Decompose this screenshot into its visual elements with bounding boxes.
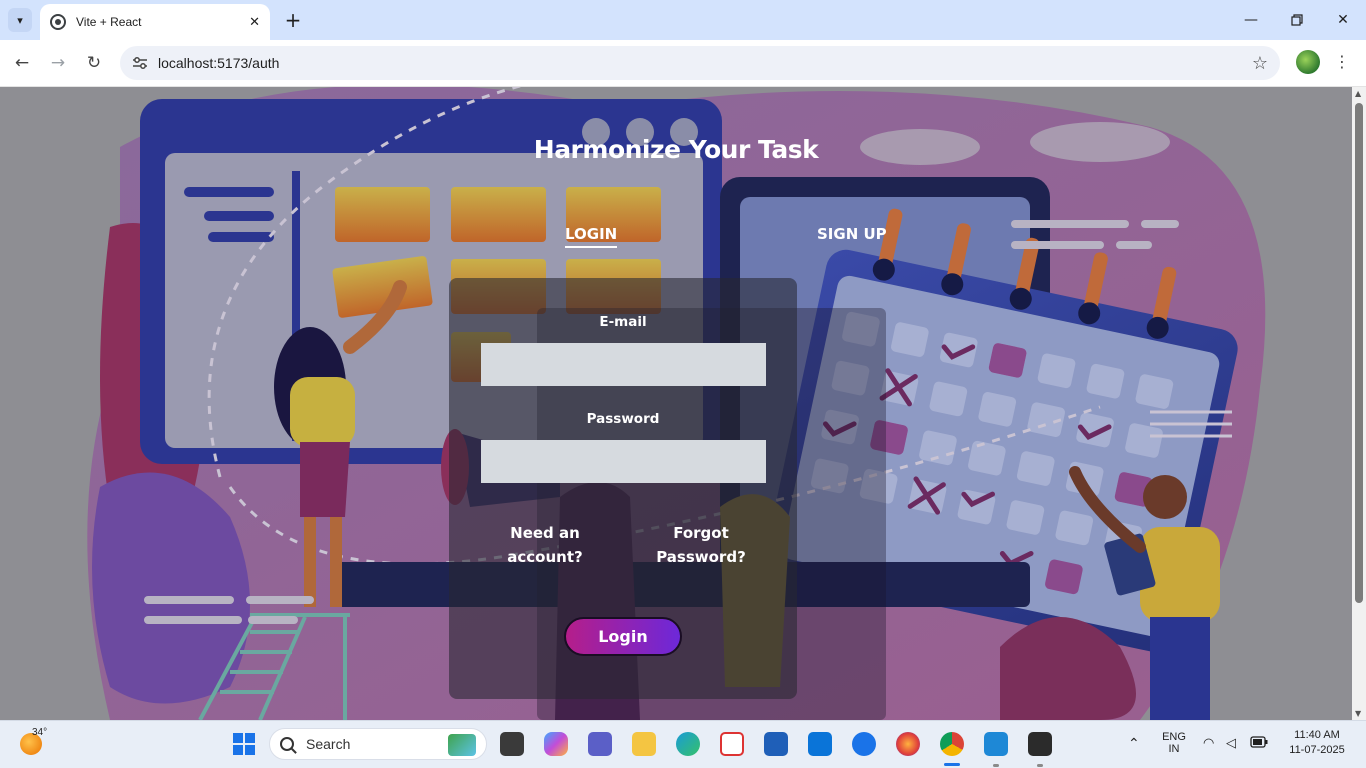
site-info-icon[interactable] <box>132 55 148 71</box>
scroll-up-arrow-icon[interactable]: ▲ <box>1355 89 1361 98</box>
help-icon[interactable] <box>852 732 876 756</box>
email-label: E-mail <box>599 314 647 330</box>
tray-chevron-icon[interactable]: ⌃ <box>1128 735 1140 752</box>
close-icon[interactable]: ✕ <box>249 15 260 30</box>
minimize-icon[interactable]: — <box>1236 8 1266 32</box>
globe-icon <box>50 14 66 30</box>
forgot-line1: Forgot <box>673 524 729 542</box>
search-highlight-icon <box>448 734 476 756</box>
store-icon[interactable] <box>764 732 788 756</box>
volume-icon[interactable]: ◁ <box>1226 735 1236 751</box>
snipping-tool-icon[interactable] <box>720 732 744 756</box>
search-icon <box>280 737 294 751</box>
tab-strip: ▾ Vite + React ✕ + — ✕ <box>0 0 1366 40</box>
teams-icon[interactable] <box>588 732 612 756</box>
battery-icon[interactable] <box>1250 736 1268 751</box>
scroll-thumb[interactable] <box>1355 103 1363 603</box>
tab-search-button[interactable]: ▾ <box>8 8 32 32</box>
need-account-line2: account? <box>507 548 583 566</box>
forgot-line2: Password? <box>656 548 746 566</box>
need-account-link[interactable]: Need an account? <box>495 521 595 569</box>
windows-taskbar: 34° Search ⌃ ENG IN ◠ ◁ 11:40 AM 11-07-2… <box>0 720 1366 768</box>
login-card: E-mail Password Need an account? Forgot … <box>449 278 797 699</box>
forward-arrow-icon[interactable]: → <box>45 50 71 76</box>
language-line2: IN <box>1168 743 1180 755</box>
scroll-down-arrow-icon[interactable]: ▼ <box>1355 709 1361 718</box>
firefox-icon[interactable] <box>896 732 920 756</box>
bookmark-star-icon[interactable]: ☆ <box>1252 53 1268 74</box>
language-line1: ENG <box>1162 731 1186 743</box>
edge-icon[interactable] <box>676 732 700 756</box>
back-arrow-icon[interactable]: ← <box>9 50 35 76</box>
vscode-running-indicator <box>993 764 999 767</box>
clock-time: 11:40 AM <box>1294 729 1340 741</box>
task-view-icon[interactable] <box>500 732 524 756</box>
copilot-icon[interactable] <box>544 732 568 756</box>
password-label: Password <box>586 411 660 427</box>
tab-login[interactable]: LOGIN <box>565 225 618 248</box>
new-tab-button[interactable]: + <box>282 8 304 32</box>
taskbar-search[interactable]: Search <box>269 728 487 760</box>
wifi-icon[interactable]: ◠ <box>1203 735 1214 751</box>
tab-title: Vite + React <box>76 15 142 29</box>
language-indicator[interactable]: ENG IN <box>1158 731 1190 755</box>
forgot-password-link[interactable]: Forgot Password? <box>645 521 757 569</box>
chrome-icon[interactable] <box>940 732 964 756</box>
page-title: Harmonize Your Task <box>533 135 819 164</box>
clock[interactable]: 11:40 AM 11-07-2025 <box>1284 729 1350 756</box>
login-button[interactable]: Login <box>564 617 682 656</box>
start-icon[interactable] <box>232 732 256 756</box>
myhp-icon[interactable] <box>808 732 832 756</box>
reload-icon[interactable]: ↻ <box>81 50 107 76</box>
page-scrollbar[interactable]: ▲ ▼ <box>1352 87 1366 720</box>
restore-icon[interactable] <box>1282 8 1312 32</box>
profile-avatar[interactable] <box>1296 50 1320 74</box>
page-viewport: Harmonize Your Task LOGIN SIGN UP E-mail… <box>0 87 1352 720</box>
search-placeholder: Search <box>306 736 351 752</box>
weather-temp: 34° <box>32 727 48 738</box>
clock-date: 11-07-2025 <box>1289 744 1345 756</box>
chevron-down-icon: ▾ <box>17 13 23 27</box>
tab-signup[interactable]: SIGN UP <box>817 225 887 243</box>
more-menu-icon[interactable]: ⋮ <box>1334 52 1350 71</box>
terminal-icon[interactable] <box>1028 732 1052 756</box>
password-field[interactable] <box>481 440 766 483</box>
address-bar[interactable]: localhost:5173/auth ☆ <box>120 46 1280 80</box>
browser-toolbar: ← → ↻ localhost:5173/auth ☆ ⋮ <box>0 40 1366 87</box>
chrome-active-indicator <box>944 763 960 766</box>
vscode-icon[interactable] <box>984 732 1008 756</box>
email-field[interactable] <box>481 343 766 386</box>
url-text: localhost:5173/auth <box>158 55 280 71</box>
terminal-running-indicator <box>1037 764 1043 767</box>
file-explorer-icon[interactable] <box>632 732 656 756</box>
close-window-icon[interactable]: ✕ <box>1328 8 1358 32</box>
need-account-line1: Need an <box>510 524 580 542</box>
browser-tab[interactable]: Vite + React ✕ <box>40 4 270 40</box>
